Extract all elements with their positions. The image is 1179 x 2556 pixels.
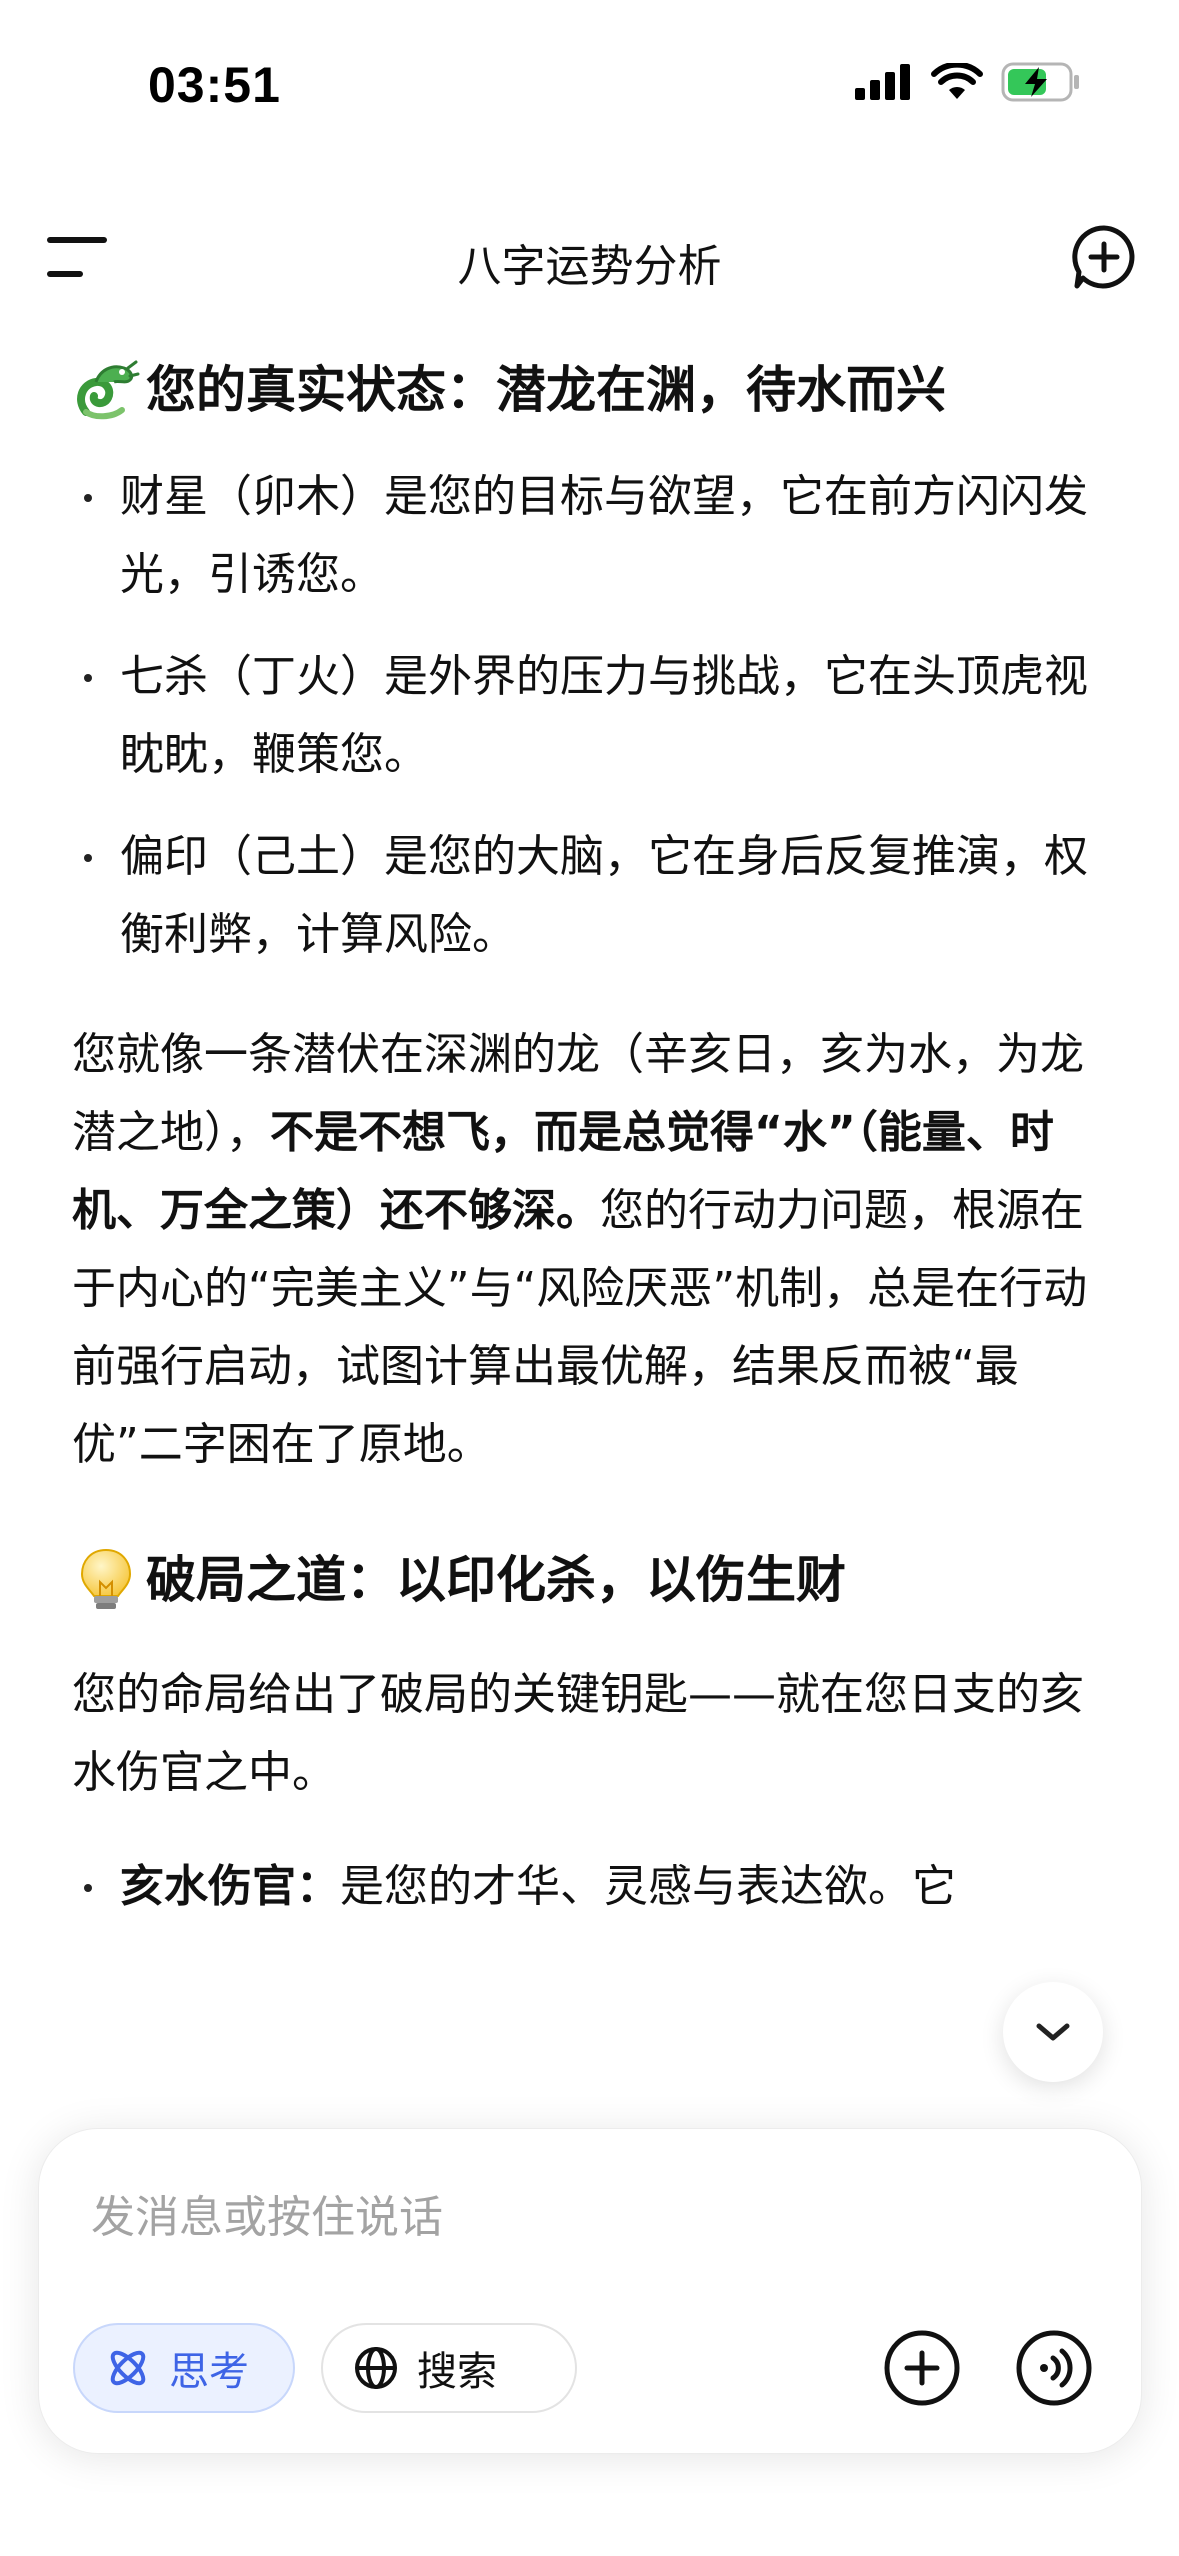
globe-icon [355, 2347, 397, 2389]
list-item: 七杀（丁火）是外界的压力与挑战，它在头顶虎视眈眈，鞭策您。 [72, 638, 1112, 794]
home-indicator [418, 2520, 760, 2532]
message-composer: 发消息或按住说话 思考 搜索 [38, 2128, 1142, 2454]
dragon-emoji-icon [77, 360, 140, 420]
nav-bar: 八字运势分析 [0, 200, 1179, 310]
cellular-signal-icon [855, 64, 910, 100]
search-toggle-label: 搜索 [417, 2349, 497, 2395]
new-chat-icon[interactable] [1069, 222, 1139, 292]
wifi-icon [931, 63, 983, 99]
chat-message: 您的真实状态：潜龙在渊，待水而兴 财星（卯木）是您的目标与欲望，它在前方闪闪发光… [72, 350, 1112, 1926]
voice-call-icon[interactable] [1015, 2329, 1093, 2407]
paragraph: 您就像一条潜伏在深渊的龙（辛亥日，亥为水，为龙潜之地），不是不想飞，而是总觉得“… [72, 1016, 1112, 1484]
list-item-text: 是您的才华、灵感与表达欲。它 [340, 1861, 956, 1912]
search-toggle-button[interactable]: 搜索 [321, 2323, 577, 2413]
think-toggle-button[interactable]: 思考 [73, 2323, 295, 2413]
section-heading-solution: 破局之道：以印化杀，以伤生财 [72, 1540, 1112, 1620]
list-item: 偏印（己土）是您的大脑，它在身后反复推演，权衡利弊，计算风险。 [72, 818, 1112, 974]
message-input[interactable]: 发消息或按住说话 [91, 2181, 443, 2245]
section-heading-text: 破局之道：以印化杀，以伤生财 [146, 1551, 846, 1609]
chevron-down-icon [1036, 2023, 1070, 2041]
status-bar: 03:51 [0, 0, 1179, 170]
think-toggle-label: 思考 [169, 2349, 249, 2395]
paragraph: 您的命局给出了破局的关键钥匙——就在您日支的亥水伤官之中。 [72, 1669, 1084, 1798]
light-bulb-emoji-icon [80, 1548, 132, 1609]
section-heading-text: 您的真实状态：潜龙在渊，待水而兴 [146, 361, 946, 419]
bullet-list: 财星（卯木）是您的目标与欲望，它在前方闪闪发光，引诱您。 七杀（丁火）是外界的压… [72, 458, 1112, 974]
scroll-down-button[interactable] [1003, 1982, 1103, 2082]
page-title: 八字运势分析 [457, 241, 722, 292]
list-item: 亥水伤官：是您的才华、灵感与表达欲。它 [72, 1848, 1112, 1926]
list-item-label: 亥水伤官： [120, 1861, 340, 1912]
bullet-list: 亥水伤官：是您的才华、灵感与表达欲。它 [72, 1848, 1112, 1926]
status-time: 03:51 [148, 57, 281, 113]
battery-charging-icon [1001, 62, 1079, 102]
list-item: 财星（卯木）是您的目标与欲望，它在前方闪闪发光，引诱您。 [72, 458, 1112, 614]
plus-icon[interactable] [883, 2329, 961, 2407]
atom-icon [110, 2350, 146, 2386]
section-heading-status: 您的真实状态：潜龙在渊，待水而兴 [72, 350, 1112, 430]
status-icons [855, 62, 1081, 102]
